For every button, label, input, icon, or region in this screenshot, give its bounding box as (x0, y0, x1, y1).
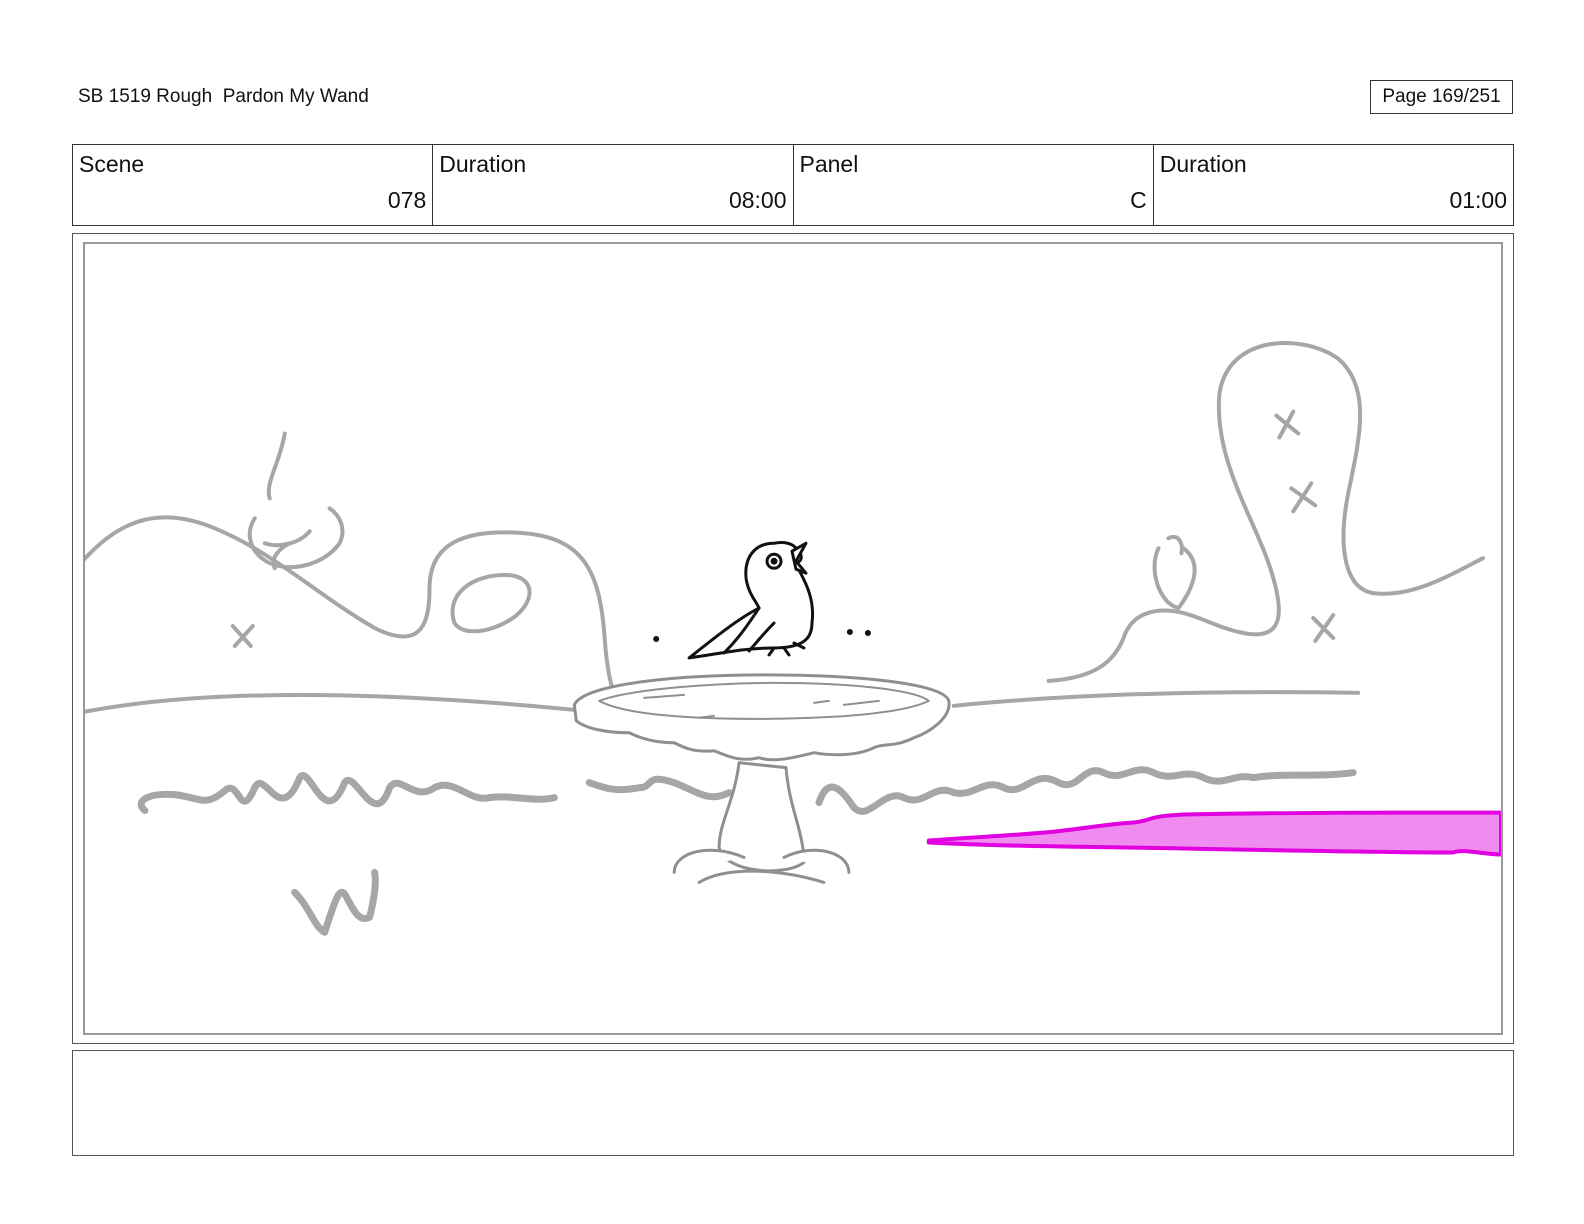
scene-cell: Scene 078 (73, 145, 432, 225)
scene-duration-label: Duration (439, 151, 527, 177)
magic-beam (926, 810, 1501, 857)
bird (653, 540, 871, 660)
left-rock (450, 573, 532, 634)
scene-label: Scene (79, 151, 145, 177)
bird-bath (572, 673, 951, 884)
right-plant (1152, 535, 1197, 611)
right-hill (1046, 341, 1486, 683)
document-title: SB 1519 Rough Pardon My Wand (78, 86, 369, 107)
panel-inner-border (83, 242, 1503, 1035)
scene-info-table: Scene 078 Duration 08:00 Panel C Duratio… (72, 144, 1514, 226)
storyboard-panel (72, 233, 1514, 1044)
page-number: Page 169/251 (1370, 80, 1513, 114)
left-hill (85, 515, 615, 690)
panel-cell: Panel C (792, 145, 1153, 225)
panel-duration-label: Duration (1159, 151, 1247, 177)
notes-box (72, 1050, 1514, 1156)
scene-duration-value: 08:00 (728, 187, 787, 213)
panel-sketch (85, 341, 1501, 936)
panel-value: C (1130, 187, 1147, 213)
scene-value: 078 (387, 187, 427, 213)
left-flame-plant (247, 431, 345, 571)
panel-label: Panel (799, 151, 859, 177)
scene-duration-cell: Duration 08:00 (432, 145, 792, 225)
background-hills (85, 341, 1486, 714)
panel-duration-value: 01:00 (1449, 187, 1507, 213)
panel-duration-cell: Duration 01:00 (1152, 145, 1513, 225)
